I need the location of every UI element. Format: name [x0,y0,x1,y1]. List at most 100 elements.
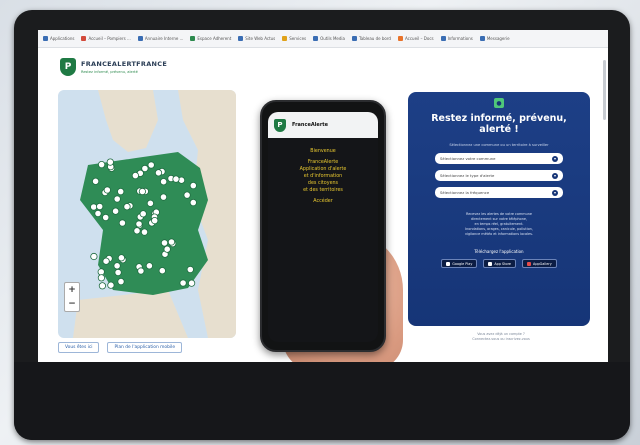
map-marker[interactable] [118,219,127,227]
map-marker[interactable] [159,193,168,201]
map-marker[interactable] [113,262,121,270]
site-logo[interactable]: P FRANCEALERTFRANCE Restez informé, prév… [60,58,167,76]
map-marker[interactable] [117,278,125,286]
bookmark-item[interactable]: Site Web Actus [238,36,275,41]
panel-title: Restez informé, prévenu, alerté ! [431,113,567,135]
map-marker[interactable] [158,267,166,275]
map-marker[interactable] [146,199,155,207]
map-marker[interactable] [160,178,168,186]
phone-access-link[interactable]: Accéder [276,198,370,205]
bookmark-item[interactable]: Messagerie [479,36,510,41]
app-store-badge[interactable]: App Store [483,259,517,268]
zoom-in-button[interactable]: + [68,285,76,295]
phone-line: des citoyens [307,181,339,186]
map-marker[interactable] [102,257,110,265]
bookmark-icon [137,36,143,41]
login-link[interactable]: Connectez-vous ou inscrivez-vous [436,337,566,342]
map-marker[interactable] [141,164,149,173]
map-marker[interactable] [117,254,126,262]
app-gallery-badge[interactable]: AppGallery [522,259,557,268]
map-marker[interactable] [140,228,149,236]
map-marker[interactable] [137,267,145,275]
play-store-icon [446,261,451,266]
phone-screen: P FranceAlerte Bienvenue FranceAlerte Ap… [268,112,378,342]
map-marker[interactable] [91,177,100,185]
map-marker[interactable] [94,209,102,218]
map-marker[interactable] [160,239,169,247]
bookmark-item[interactable]: Services [282,36,306,41]
map-marker[interactable] [147,161,155,169]
map-marker[interactable] [188,279,196,287]
map-marker[interactable] [138,187,147,196]
map-marker[interactable] [151,217,159,225]
map-marker[interactable] [139,210,147,218]
map-marker[interactable] [107,281,115,289]
map-marker[interactable] [98,282,107,290]
frequency-select[interactable]: Sélectionnez la fréquence ▾ [435,187,563,198]
bookmark-icon [479,36,485,41]
panel-info-text: Recevez les alertes de votre commune dir… [465,212,533,236]
shield-logo-icon: P [60,58,76,76]
bookmark-icon [238,36,244,41]
phone-header: P FranceAlerte [268,112,378,138]
map-marker[interactable] [123,203,131,211]
bookmark-item[interactable]: Annuaire Interne ... [137,36,183,41]
map-marker[interactable] [145,262,154,270]
map-marker[interactable] [97,268,105,276]
bookmark-icon [81,36,87,41]
alert-type-select[interactable]: Sélectionnez le type d'alerte ▾ [435,170,563,181]
map-marker[interactable] [111,207,120,215]
map-marker[interactable] [90,252,98,261]
zoom-out-button[interactable]: − [68,299,76,309]
bookmark-item[interactable]: Accueil – Pompiers ... [81,36,131,41]
logo-text-group: FRANCEALERTFRANCE Restez informé, préven… [81,60,167,74]
bookmark-item[interactable]: Outils Media [313,36,345,41]
map-marker[interactable] [167,238,176,246]
map-marker[interactable] [163,245,171,253]
page-scrollbar[interactable] [603,60,606,120]
tab-mobile-map[interactable]: Plan de l'application mobile [107,342,183,353]
alert-map[interactable]: + − [58,90,236,338]
map-marker[interactable] [113,195,121,203]
map-marker[interactable] [96,202,104,211]
map-canvas [73,90,236,338]
map-marker[interactable] [186,265,194,274]
map-marker[interactable] [189,182,197,190]
bookmark-item[interactable]: Informations [440,36,473,41]
google-play-badge[interactable]: Google Play [441,259,478,268]
map-marker[interactable] [102,213,110,222]
map-marker[interactable] [133,227,141,235]
phone-line: et des territoires [303,188,343,193]
map-marker[interactable] [114,268,122,277]
bookmark-item[interactable]: Applications [43,36,74,41]
bookmark-item[interactable]: Espace Adherent [190,36,231,41]
map-marker[interactable] [179,279,187,287]
browser-screen: Applications Accueil – Pompiers ... Annu… [38,30,608,362]
bookmark-icon [440,36,446,41]
bookmark-item[interactable]: Accueil – Docs [397,36,434,41]
tab-you-are-here[interactable]: Vous êtes ici [58,342,100,353]
map-marker[interactable] [135,220,143,228]
phone-welcome: Bienvenue [310,149,336,154]
map-marker[interactable] [183,191,191,199]
bookmark-icon [43,36,48,41]
smartphone: P FranceAlerte Bienvenue FranceAlerte Ap… [260,100,386,352]
map-marker[interactable] [172,175,180,183]
map-marker[interactable] [106,158,114,166]
map-marker[interactable] [97,161,106,169]
commune-select[interactable]: Sélectionnez votre commune ▾ [435,153,563,164]
bookmark-icon [351,36,357,41]
map-marker[interactable] [97,274,106,282]
map-marker[interactable] [103,186,111,194]
phone-line: Application d'alerte [299,167,347,172]
map-marker[interactable] [189,199,197,207]
map-marker[interactable] [117,188,125,196]
huawei-icon [527,261,532,266]
map-tabs: Vous êtes ici Plan de l'application mobi… [58,342,183,353]
map-marker[interactable] [131,172,140,180]
map-marker[interactable] [154,169,163,177]
map-marker[interactable] [90,203,98,211]
bookmark-icon [282,36,288,41]
bookmark-item[interactable]: Tableau de bord [351,36,391,41]
uk-landmass [98,90,158,152]
